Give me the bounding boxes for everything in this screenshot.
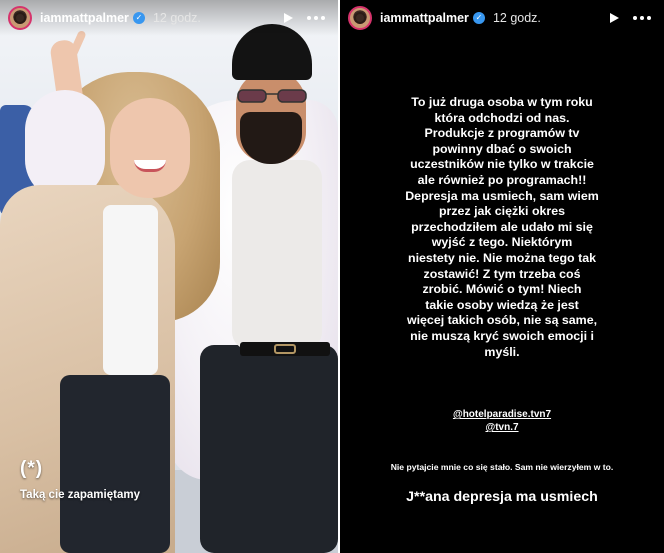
more-options-icon [307,16,325,20]
verified-badge-icon: ✓ [132,12,145,24]
story-footer-text: J**ana depresja ma usmiech [406,489,598,505]
play-button[interactable] [604,8,624,28]
story-text-line: która odchodzi od nas. [434,110,570,125]
sunglasses [237,89,307,103]
play-icon [610,13,619,23]
story-text-line: uczestników nie tylko w trakcie [410,157,594,172]
story-photo [0,0,338,553]
story-text-line: powinny dbać o swoich [432,141,572,156]
mention-hotelparadise[interactable]: @hotelparadise.tvn7 [340,408,664,421]
timestamp: 12 godz. [152,11,201,25]
more-options-button[interactable] [628,8,656,28]
story-text-line: wyjść z tego. Niektórym [431,235,573,250]
story-text-line: Produkcje z programów tv [424,126,580,141]
story-text-line: przez jak ciężki okres [438,204,566,219]
story-text-line: nie muszą kryć swoich emocji i [410,328,594,343]
story-text-line: niestety nie. Nie można tego tak [408,250,596,265]
avatar[interactable] [348,6,372,30]
story-text-line: myśli. [484,344,520,359]
story-text-line: takie osoby wiedzą że jest [425,297,579,312]
story-text-line: zostawić! Z tym trzeba coś [423,266,581,281]
story-sticker: (*) [20,458,44,479]
play-icon [284,13,293,23]
username[interactable]: iammattpalmer [40,11,129,25]
story-header: iammattpalmer ✓ 12 godz. [340,0,664,36]
story-text-line: To już druga osoba w tym roku [411,95,593,109]
story-header: iammattpalmer ✓ 12 godz. [0,0,338,36]
story-panel-text[interactable]: iammattpalmer ✓ 12 godz. To już druga os… [340,0,664,553]
username[interactable]: iammattpalmer [380,11,469,25]
story-body-text: To już druga osoba w tym roku która odch… [348,95,656,360]
story-text-line: zrobić. Mówić o tym! Niech [422,282,582,297]
mention-list: @hotelparadise.tvn7 @tvn.7 [340,408,664,434]
mention-tvn7[interactable]: @tvn.7 [340,421,664,434]
story-text-line: ale również po programach!! [417,172,587,187]
story-caption: Taką cie zapamiętamy [20,489,140,501]
story-panel-photo[interactable]: iammattpalmer ✓ 12 godz. (*) Taką cie za… [0,0,338,553]
timestamp: 12 godz. [492,11,541,25]
play-button[interactable] [278,8,298,28]
avatar[interactable] [8,6,32,30]
more-options-icon [633,16,651,20]
story-text-line: przechodziłem ale udało mi się [411,219,593,234]
story-text-line: Depresja ma usmiech, sam wiem [405,188,599,203]
more-options-button[interactable] [302,8,330,28]
verified-badge-icon: ✓ [472,12,485,24]
story-text-line: więcej takich osób, nie są same, [406,313,598,328]
story-note: Nie pytajcie mnie co się stało. Sam nie … [390,462,614,472]
